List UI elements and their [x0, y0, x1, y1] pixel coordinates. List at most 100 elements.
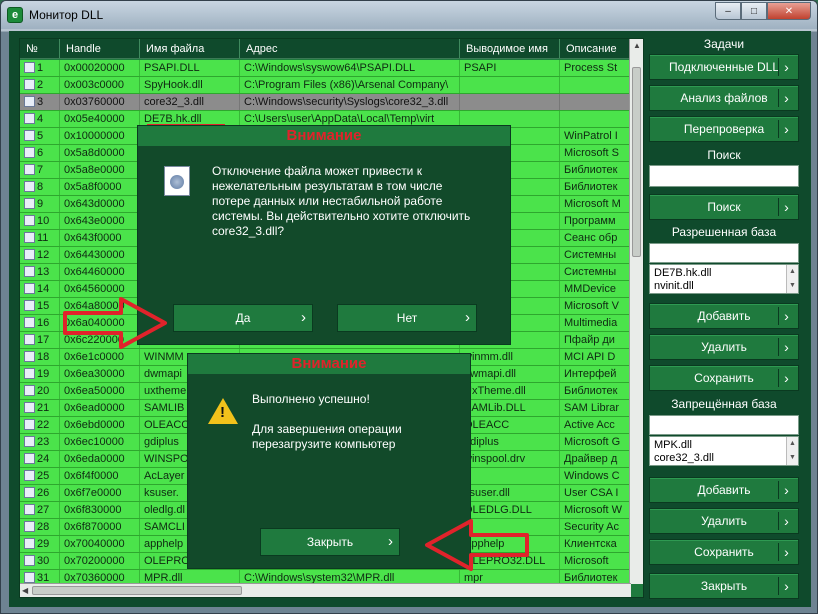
forbidden-base-list[interactable]: MPK.dll core32_3.dll ▲ ▼ — [649, 436, 799, 466]
dialog-close-button[interactable]: Закрыть › — [260, 528, 400, 556]
col-number[interactable]: № — [20, 39, 60, 58]
allowed-base-list[interactable]: DE7B.hk.dll nvinit.dll ▲ ▼ — [649, 264, 799, 294]
scroll-left-icon[interactable]: ◀ — [22, 586, 28, 595]
row-number: 1 — [37, 62, 44, 74]
allowed-base-input[interactable] — [649, 243, 799, 263]
forbidden-add-button[interactable]: Добавить › — [649, 477, 799, 503]
display-name-cell: PSAPI — [460, 60, 560, 76]
dll-row-icon — [24, 555, 35, 566]
chevron-right-icon: › — [778, 481, 794, 499]
dll-row-icon — [24, 249, 35, 260]
row-number-cell: 25 — [20, 468, 60, 484]
handle-cell: 0x05e40000 — [60, 111, 140, 127]
list-scroll-icon[interactable]: ▲ ▼ — [786, 265, 798, 293]
row-number: 11 — [37, 232, 49, 244]
list-item[interactable]: DE7B.hk.dll — [654, 267, 794, 280]
vertical-scrollbar[interactable]: ▲ — [629, 39, 643, 584]
filename-cell: SpyHook.dll — [140, 77, 240, 93]
close-window-button[interactable]: ✕ — [767, 2, 811, 20]
recheck-button[interactable]: Перепроверка › — [649, 116, 799, 142]
allowed-add-button[interactable]: Добавить › — [649, 303, 799, 329]
list-item[interactable]: nvinit.dll — [654, 280, 794, 293]
row-number-cell: 11 — [20, 230, 60, 246]
confirm-disable-dialog: Внимание Отключение файла может привести… — [137, 125, 511, 345]
allowed-delete-button[interactable]: Удалить › — [649, 334, 799, 360]
row-number: 12 — [37, 249, 50, 261]
chevron-right-icon: › — [778, 198, 794, 216]
table-row[interactable]: 2 0x003c0000 SpyHook.dll C:\Program Files (… — [20, 77, 630, 94]
forbidden-add-label: Добавить — [697, 483, 751, 497]
list-item[interactable]: core32_3.dll — [654, 452, 794, 465]
analyze-files-label: Анализ файлов — [680, 91, 768, 105]
dll-row-icon — [24, 300, 35, 311]
description-cell: Программ — [560, 213, 630, 229]
col-handle[interactable]: Handle — [60, 39, 140, 58]
dll-row-icon — [24, 521, 35, 532]
col-display-name[interactable]: Выводимое имя — [460, 39, 560, 58]
dll-row-icon — [24, 334, 35, 345]
filename-cell: PSAPI.DLL — [140, 60, 240, 76]
row-number: 16 — [37, 317, 50, 329]
maximize-button[interactable]: □ — [741, 2, 767, 20]
row-number: 20 — [37, 385, 50, 397]
scroll-up-icon[interactable]: ▲ — [633, 41, 641, 50]
search-label: Поиск — [707, 148, 741, 162]
col-filename[interactable]: Имя файла — [140, 39, 240, 58]
address-cell: C:\Program Files (x86)\Arsenal Company\ — [240, 77, 460, 93]
title-bar[interactable]: e Монитор DLL – □ ✕ — [1, 1, 817, 29]
dll-row-icon — [24, 164, 35, 175]
forbidden-save-button[interactable]: Сохранить › — [649, 539, 799, 565]
list-item[interactable]: MPK.dll — [654, 439, 794, 452]
table-header: № Handle Имя файла Адрес Выводимое имя О… — [20, 39, 630, 59]
yes-button[interactable]: Да › — [173, 304, 313, 332]
message-line — [252, 407, 462, 422]
row-number-cell: 10 — [20, 213, 60, 229]
horizontal-scroll-thumb[interactable] — [32, 586, 242, 595]
close-app-label: Закрыть — [700, 579, 748, 593]
connected-dll-button[interactable]: Подключенные DLL › — [649, 54, 799, 80]
dll-row-icon — [24, 96, 35, 107]
table-row[interactable]: 1 0x00020000 PSAPI.DLL C:\Windows\syswow64\… — [20, 60, 630, 77]
row-number-cell: 19 — [20, 366, 60, 382]
vertical-scroll-thumb[interactable] — [632, 67, 641, 257]
window-title: Монитор DLL — [29, 8, 104, 22]
row-number-cell: 20 — [20, 383, 60, 399]
close-app-button[interactable]: Закрыть › — [649, 573, 799, 599]
col-address[interactable]: Адрес — [240, 39, 460, 58]
chevron-right-icon: › — [388, 533, 393, 550]
dll-row-icon — [24, 113, 35, 124]
handle-cell: 0x6ebd0000 — [60, 417, 140, 433]
table-row[interactable]: 3 0x03760000 core32_3.dll C:\Windows\securi… — [20, 94, 630, 111]
handle-cell: 0x6ea30000 — [60, 366, 140, 382]
dll-row-icon — [24, 385, 35, 396]
row-number-cell: 7 — [20, 162, 60, 178]
row-number-cell: 6 — [20, 145, 60, 161]
display-name-cell — [460, 468, 560, 484]
handle-cell: 0x6ea50000 — [60, 383, 140, 399]
horizontal-scrollbar[interactable]: ◀ — [20, 583, 631, 597]
search-button[interactable]: Поиск › — [649, 194, 799, 220]
no-button[interactable]: Нет › — [337, 304, 477, 332]
description-cell: MCI API D — [560, 349, 630, 365]
handle-cell: 0x10000000 — [60, 128, 140, 144]
row-number: 4 — [37, 113, 44, 125]
dll-row-icon — [24, 487, 35, 498]
forbidden-delete-button[interactable]: Удалить › — [649, 508, 799, 534]
chevron-right-icon: › — [778, 58, 794, 76]
handle-cell: 0x64460000 — [60, 264, 140, 280]
list-scroll-icon[interactable]: ▲ ▼ — [786, 437, 798, 465]
message-line: Для завершения операции — [252, 422, 402, 436]
row-number-cell: 14 — [20, 281, 60, 297]
yes-label: Да — [235, 311, 251, 325]
search-input[interactable] — [649, 165, 799, 187]
col-description[interactable]: Описание — [560, 39, 630, 58]
forbidden-delete-label: Удалить — [701, 514, 747, 528]
analyze-files-button[interactable]: Анализ файлов › — [649, 85, 799, 111]
chevron-right-icon: › — [778, 89, 794, 107]
forbidden-base-input[interactable] — [649, 415, 799, 435]
chevron-right-icon: › — [778, 543, 794, 561]
allowed-save-button[interactable]: Сохранить › — [649, 365, 799, 391]
app-logo-icon: e — [7, 7, 23, 23]
dialog-title: Внимание — [188, 354, 470, 374]
minimize-button[interactable]: – — [715, 2, 741, 20]
